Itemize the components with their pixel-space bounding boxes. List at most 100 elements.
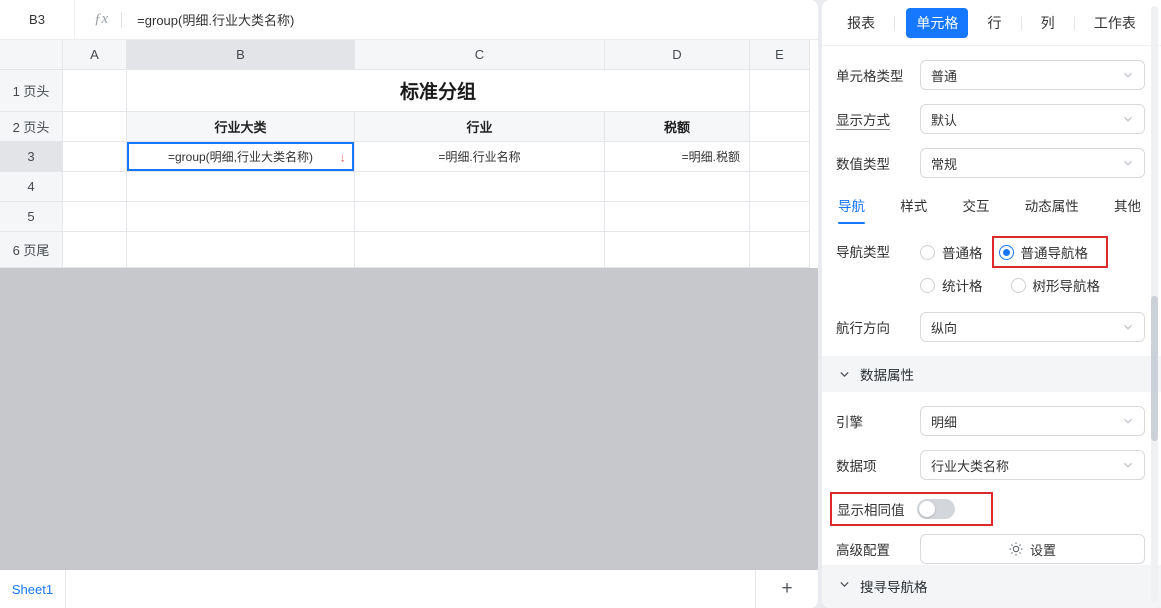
display-mode-value: 默认 <box>931 110 957 129</box>
cell-a5[interactable] <box>63 202 127 232</box>
sort-down-arrow-icon[interactable]: ↓ <box>340 149 347 164</box>
row-header-1[interactable]: 1 页头 <box>0 70 63 112</box>
data-item-label: 数据项 <box>836 455 920 475</box>
subtab-interaction[interactable]: 交互 <box>963 195 990 224</box>
nav-direction-value: 纵向 <box>931 318 957 337</box>
cell-e3[interactable] <box>750 142 810 172</box>
cell-reference-box[interactable]: B3 <box>0 0 75 40</box>
cell-type-select[interactable]: 普通 <box>920 60 1145 90</box>
sheet-tab-sheet1[interactable]: Sheet1 <box>0 570 66 608</box>
grid-corner[interactable] <box>0 40 63 70</box>
sheet-tab-bar: Sheet1 + <box>0 570 818 608</box>
radio-icon <box>1011 278 1026 293</box>
column-header-a[interactable]: A <box>63 40 127 70</box>
advanced-config-label: 高级配置 <box>836 539 920 559</box>
tab-cell[interactable]: 单元格 <box>906 8 968 38</box>
cell-b1-title[interactable]: 标准分组 <box>127 70 750 112</box>
cell-b6[interactable] <box>127 232 355 268</box>
formula-bar-divider <box>121 12 122 28</box>
show-same-value-label: 显示相同值 <box>837 499 917 519</box>
cell-d3[interactable]: =明细.税额 <box>605 142 750 172</box>
radio-normal-cell[interactable]: 普通格 <box>920 239 983 265</box>
row-header-2[interactable]: 2 页头 <box>0 112 63 142</box>
row-header-6[interactable]: 6 页尾 <box>0 232 63 268</box>
cell-b3-formula: =group(明细,行业大类名称) <box>168 148 313 165</box>
cell-c2-header[interactable]: 行业 <box>355 112 605 142</box>
row-header-3[interactable]: 3 <box>0 142 63 172</box>
subtab-navigation[interactable]: 导航 <box>838 195 865 224</box>
cell-e6[interactable] <box>750 232 810 268</box>
cell-a3[interactable] <box>63 142 127 172</box>
cell-d5[interactable] <box>605 202 750 232</box>
engine-value: 明细 <box>931 412 957 431</box>
display-mode-select[interactable]: 默认 <box>920 104 1145 134</box>
cell-e2[interactable] <box>750 112 810 142</box>
panel-tab-bar: 报表 单元格 行 列 工作表 <box>822 0 1161 46</box>
data-properties-section-header[interactable]: 数据属性 <box>822 356 1161 392</box>
column-header-d[interactable]: D <box>605 40 750 70</box>
cell-c6[interactable] <box>355 232 605 268</box>
value-type-select[interactable]: 常规 <box>920 148 1145 178</box>
cell-c5[interactable] <box>355 202 605 232</box>
annotation-box-nav-type: 普通导航格 <box>992 236 1109 268</box>
cell-e5[interactable] <box>750 202 810 232</box>
gear-icon <box>1009 542 1023 556</box>
chevron-down-icon <box>1122 321 1134 333</box>
add-sheet-button[interactable]: + <box>756 570 818 608</box>
engine-label: 引擎 <box>836 411 920 431</box>
panel-sub-tabs: 导航 样式 交互 动态属性 其他 <box>838 195 1141 224</box>
tab-row[interactable]: 行 <box>979 8 1009 38</box>
radio-normal-nav-cell[interactable]: 普通导航格 <box>999 239 1089 265</box>
nav-direction-select[interactable]: 纵向 <box>920 312 1145 342</box>
cell-d6[interactable] <box>605 232 750 268</box>
annotation-box-show-same-value: 显示相同值 <box>830 492 993 526</box>
cell-d2-header[interactable]: 税额 <box>605 112 750 142</box>
data-item-select[interactable]: 行业大类名称 <box>920 450 1145 480</box>
tab-report[interactable]: 报表 <box>839 8 883 38</box>
nav-type-row: 导航类型 普通格 普通导航格 统计格 <box>836 236 1145 298</box>
cell-b3-selected[interactable]: =group(明细,行业大类名称) ↓ <box>127 142 355 172</box>
radio-stat-cell[interactable]: 统计格 <box>920 272 983 298</box>
settings-button[interactable]: 设置 <box>920 534 1145 564</box>
column-header-e[interactable]: E <box>750 40 810 70</box>
search-nav-section-header[interactable]: 搜寻导航格 <box>822 565 1161 608</box>
radio-icon <box>920 278 935 293</box>
column-header-c[interactable]: C <box>355 40 605 70</box>
cell-e1[interactable] <box>750 70 810 112</box>
formula-input[interactable]: =group(明细.行业大类名称) <box>137 10 294 29</box>
cell-a1[interactable] <box>63 70 127 112</box>
subtab-other[interactable]: 其他 <box>1114 195 1141 224</box>
tab-column[interactable]: 列 <box>1033 8 1063 38</box>
cell-c3[interactable]: =明细.行业名称 <box>355 142 605 172</box>
row-header-4[interactable]: 4 <box>0 172 63 202</box>
chevron-down-icon <box>1122 157 1134 169</box>
cell-a4[interactable] <box>63 172 127 202</box>
cell-e4[interactable] <box>750 172 810 202</box>
chevron-down-icon <box>839 579 850 590</box>
column-header-b[interactable]: B <box>127 40 355 70</box>
display-mode-label: 显示方式 <box>836 109 920 129</box>
cell-a2[interactable] <box>63 112 127 142</box>
engine-select[interactable]: 明细 <box>920 406 1145 436</box>
cell-b4[interactable] <box>127 172 355 202</box>
fx-icon: ƒx <box>94 11 108 28</box>
show-same-value-toggle[interactable] <box>917 499 955 519</box>
designer-area: B3 ƒx =group(明细.行业大类名称) A B C D E 1 页头 标… <box>0 0 818 608</box>
chevron-down-icon <box>1122 113 1134 125</box>
settings-button-label: 设置 <box>1030 540 1056 559</box>
panel-scrollbar-track[interactable] <box>1151 6 1158 602</box>
row-header-5[interactable]: 5 <box>0 202 63 232</box>
subtab-style[interactable]: 样式 <box>900 195 927 224</box>
tab-divider <box>894 16 895 30</box>
tab-worksheet[interactable]: 工作表 <box>1086 8 1144 38</box>
panel-scrollbar-thumb[interactable] <box>1151 296 1158 441</box>
radio-tree-nav-cell[interactable]: 树形导航格 <box>1011 272 1101 298</box>
cell-b5[interactable] <box>127 202 355 232</box>
subtab-dynamic-props[interactable]: 动态属性 <box>1025 195 1079 224</box>
cell-d4[interactable] <box>605 172 750 202</box>
nav-direction-row: 航行方向 纵向 <box>836 312 1145 342</box>
cell-b2-header[interactable]: 行业大类 <box>127 112 355 142</box>
value-type-value: 常规 <box>931 154 957 173</box>
cell-c4[interactable] <box>355 172 605 202</box>
cell-a6[interactable] <box>63 232 127 268</box>
